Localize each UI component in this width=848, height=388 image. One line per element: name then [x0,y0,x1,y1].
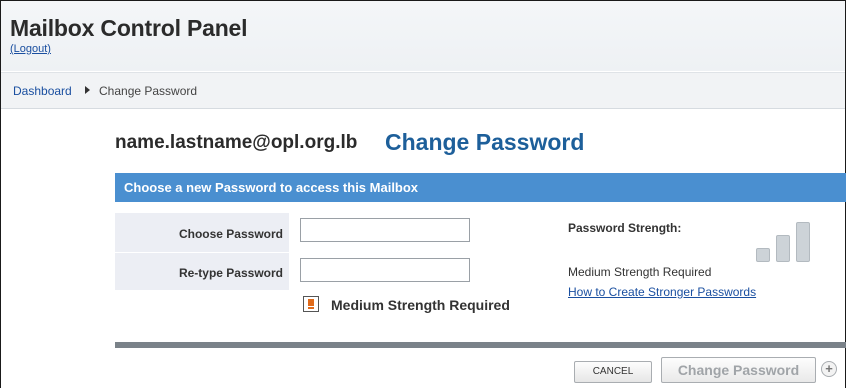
logout-link[interactable]: (Logout) [10,43,51,55]
app-title: Mailbox Control Panel [10,15,248,41]
strength-bar-3 [796,222,810,262]
plus-icon[interactable]: + [821,361,837,377]
breadcrumb-dashboard-link[interactable]: Dashboard [13,84,72,98]
retype-password-label: Re-type Password [178,266,283,280]
change-password-button[interactable]: Change Password [661,357,816,383]
chevron-right-icon [85,86,90,94]
password-strength-label: Password Strength: [568,221,682,235]
form-footer-divider [115,342,846,348]
breadcrumb-current: Change Password [99,84,198,98]
retype-password-input[interactable] [300,258,470,282]
cancel-button[interactable]: CANCEL [574,361,652,383]
account-email: name.lastname@opl.org.lb [115,132,358,153]
breadcrumb: Dashboard Change Password [1,72,845,109]
strength-bar-1 [756,248,770,262]
choose-password-label: Choose Password [178,227,283,241]
strength-meter [756,222,816,262]
section-title: Choose a new Password to access this Mai… [124,180,419,195]
strength-warning: Medium Strength Required [331,297,510,313]
strength-required-text: Medium Strength Required [568,265,712,279]
app-header: Mailbox Control Panel (Logout) [1,1,845,71]
strength-bar-2 [776,235,790,262]
warning-icon [303,296,319,312]
section-header: Choose a new Password to access this Mai… [115,173,846,202]
page-title: Change Password [385,129,585,155]
stronger-passwords-link[interactable]: How to Create Stronger Passwords [568,285,756,299]
form-row-divider [115,252,289,253]
choose-password-input[interactable] [300,218,470,242]
